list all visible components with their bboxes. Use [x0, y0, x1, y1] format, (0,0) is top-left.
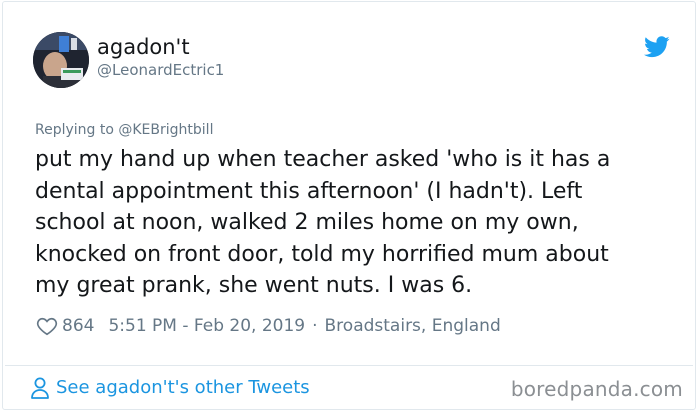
replying-to[interactable]: Replying to @KEBrightbill: [35, 121, 213, 139]
twitter-bird-icon[interactable]: [644, 36, 670, 58]
tweet-text: put my hand up when teacher asked 'who i…: [35, 147, 611, 299]
tweet-card: agadon't @LeonardEctric1 Replying to @KE…: [2, 1, 696, 410]
footer-divider: [5, 365, 693, 366]
watermark: boredpanda.com: [510, 377, 683, 401]
like-count[interactable]: 864: [62, 316, 94, 336]
user-handle[interactable]: @LeonardEctric1: [97, 60, 224, 80]
heart-icon[interactable]: [36, 315, 58, 337]
meta-separator: ·: [312, 316, 318, 336]
avatar-image: [33, 32, 89, 88]
person-icon: [31, 377, 49, 399]
see-other-tweets-label[interactable]: See agadon't's other Tweets: [56, 376, 310, 400]
tweet-meta: 864 5:51 PM - Feb 20, 2019 · Broadstairs…: [36, 314, 501, 338]
tweet-timestamp[interactable]: 5:51 PM - Feb 20, 2019: [108, 316, 305, 336]
avatar[interactable]: [33, 32, 89, 88]
display-name[interactable]: agadon't: [97, 35, 190, 59]
tweet-location[interactable]: Broadstairs, England: [325, 316, 501, 336]
see-other-tweets-link[interactable]: See agadon't's other Tweets: [30, 376, 310, 400]
